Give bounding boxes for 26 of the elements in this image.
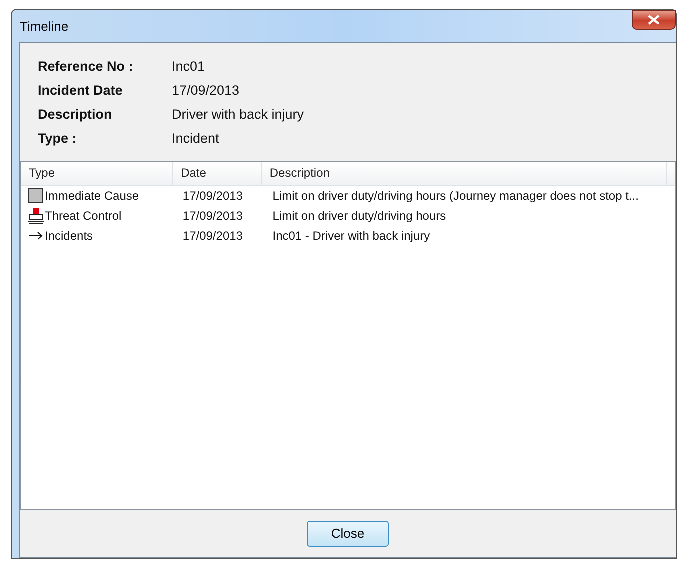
box-icon [28, 188, 44, 204]
table-cell-text: Limit on driver duty/driving hours [272, 209, 448, 223]
column-header[interactable]: Date [173, 162, 262, 185]
table-cell: Immediate Cause [45, 189, 140, 203]
table-cell-text: Limit on driver duty/driving hours (Journey manager does not stop t... [272, 189, 640, 203]
column-header[interactable]: Type [21, 162, 174, 185]
table-cell-text: 17/09/2013 [182, 209, 244, 223]
stamp-icon [28, 208, 44, 224]
field-label: Description [38, 106, 114, 124]
table-cell: Threat Control [45, 209, 122, 223]
field-label: Reference No : [38, 58, 134, 76]
field-value: Inc01 [172, 58, 206, 76]
close-button[interactable]: Close [307, 520, 389, 546]
field-value: Incident [172, 130, 220, 148]
window-title: Timeline [20, 18, 69, 34]
field-label: Type : [38, 130, 78, 148]
close-icon [648, 15, 660, 25]
table-cell-text: 17/09/2013 [182, 229, 244, 243]
field-label: Incident Date [38, 82, 124, 100]
table-cell-text: 17/09/2013 [182, 189, 244, 203]
table-cell-text: Inc01 - Driver with back injury [272, 229, 432, 243]
table-cell: Incidents [45, 229, 94, 243]
close-button[interactable] [632, 10, 676, 30]
column-header[interactable]: Description [262, 162, 668, 185]
field-value: Driver with back injury [172, 106, 304, 124]
field-value: 17/09/2013 [172, 82, 240, 100]
